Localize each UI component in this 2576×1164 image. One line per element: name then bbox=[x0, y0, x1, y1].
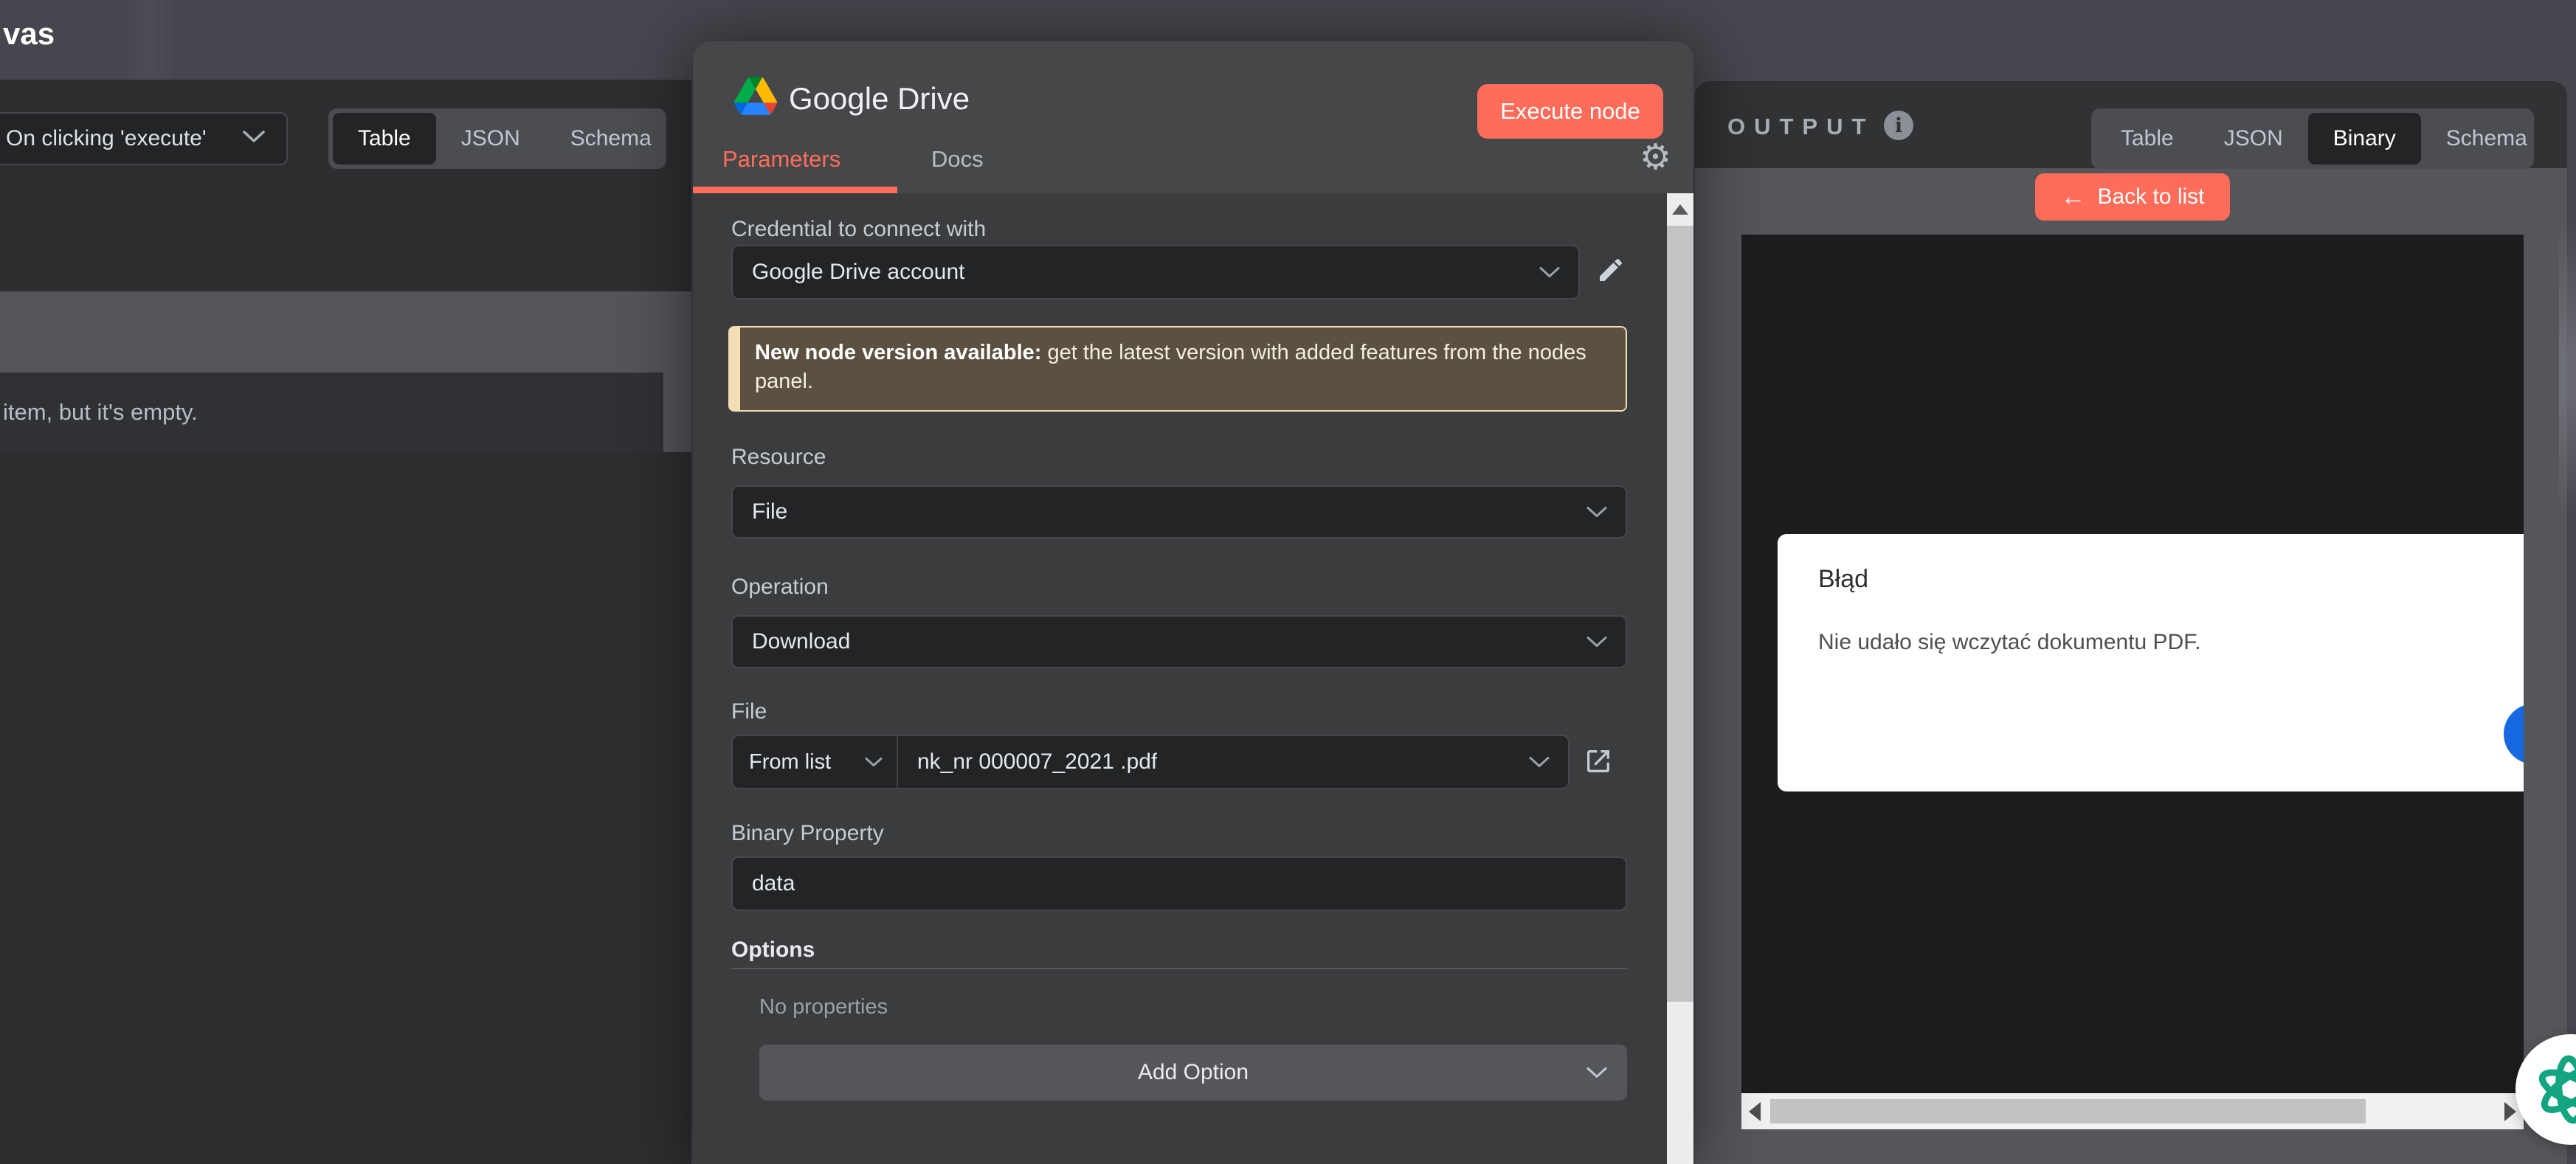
chevron-down-icon bbox=[242, 130, 266, 143]
pdf-error-message: Nie udało się wczytać dokumentu PDF. bbox=[1818, 630, 2201, 654]
version-notice-bold: New node version available: bbox=[755, 341, 1042, 364]
output-panel-header: OUTPUT i Table JSON Binary Schema bbox=[1695, 81, 2567, 169]
run-data-selector[interactable]: On clicking 'execute' bbox=[0, 112, 288, 165]
info-icon[interactable]: i bbox=[1884, 111, 1913, 140]
binary-property-input[interactable]: data bbox=[731, 856, 1627, 911]
active-tab-underline bbox=[693, 187, 897, 193]
back-to-list-button[interactable]: ← Back to list bbox=[2035, 173, 2230, 221]
execute-node-label: Execute node bbox=[1500, 98, 1640, 124]
scroll-right-arrow-icon[interactable] bbox=[2504, 1102, 2516, 1121]
chevron-down-icon bbox=[1586, 636, 1608, 648]
tab-parameters[interactable]: Parameters bbox=[722, 146, 840, 173]
output-panel: OUTPUT i Table JSON Binary Schema ← Back… bbox=[1695, 81, 2567, 1164]
operation-value: Download bbox=[752, 629, 851, 654]
tab-input-table[interactable]: Table bbox=[333, 113, 436, 164]
file-value-select[interactable]: nk_nr 000007_2021 .pdf bbox=[898, 736, 1568, 788]
external-link-icon[interactable] bbox=[1584, 746, 1613, 776]
tab-output-binary[interactable]: Binary bbox=[2307, 113, 2421, 164]
chevron-down-icon bbox=[1539, 266, 1561, 279]
no-properties-text: No properties bbox=[759, 995, 888, 1019]
credential-value: Google Drive account bbox=[752, 260, 965, 284]
chevron-down-icon bbox=[1586, 506, 1608, 519]
edge-scroll-glow bbox=[2559, 221, 2576, 516]
modal-header: Google Drive Execute node Parameters Doc… bbox=[693, 41, 1693, 193]
output-title: OUTPUT bbox=[1727, 114, 1875, 139]
input-view-tabs: Table JSON Schema bbox=[328, 108, 666, 169]
tab-docs[interactable]: Docs bbox=[931, 146, 984, 173]
output-view-tabs: Table JSON Binary Schema bbox=[2091, 108, 2534, 169]
file-label: File bbox=[731, 699, 767, 724]
pdf-viewer: Błąd Nie udało się wczytać dokumentu PDF… bbox=[1741, 235, 2524, 1129]
pdf-horizontal-scrollbar[interactable] bbox=[1741, 1093, 2524, 1129]
atom-icon bbox=[2538, 1055, 2576, 1124]
modal-scrollbar-thumb[interactable] bbox=[1667, 226, 1693, 1002]
chevron-down-icon bbox=[1528, 756, 1550, 769]
scroll-left-arrow-icon[interactable] bbox=[1749, 1102, 1761, 1121]
back-arrow-icon: ← bbox=[2060, 183, 2086, 211]
run-data-selector-value: On clicking 'execute' bbox=[6, 126, 207, 150]
google-drive-logo-icon bbox=[734, 77, 777, 115]
operation-select[interactable]: Download bbox=[731, 615, 1627, 668]
file-mode-select[interactable]: From list bbox=[733, 736, 897, 788]
chevron-down-icon bbox=[1586, 1067, 1608, 1079]
resource-label: Resource bbox=[731, 445, 826, 469]
n8n-node-detail-view: vas On clicking 'execute' Table JSON Sch… bbox=[0, 0, 2576, 1164]
tab-output-json[interactable]: JSON bbox=[2199, 113, 2308, 164]
pdf-scrollbar-thumb[interactable] bbox=[1770, 1099, 2366, 1123]
chevron-down-icon bbox=[864, 757, 883, 768]
back-to-canvas-label[interactable]: vas bbox=[3, 16, 55, 52]
node-settings-modal: Google Drive Execute node Parameters Doc… bbox=[693, 41, 1693, 1164]
execute-node-button[interactable]: Execute node bbox=[1477, 84, 1663, 139]
resource-select[interactable]: File bbox=[731, 485, 1627, 538]
input-panel: On clicking 'execute' Table JSON Schema … bbox=[0, 80, 691, 1164]
back-to-list-label: Back to list bbox=[2097, 184, 2205, 209]
binary-property-value: data bbox=[752, 871, 795, 895]
operation-label: Operation bbox=[731, 575, 829, 599]
options-section-label: Options bbox=[731, 938, 815, 962]
canvas-node-shadow bbox=[124, 0, 176, 80]
pencil-icon[interactable] bbox=[1596, 255, 1626, 285]
window-right-edge bbox=[2567, 0, 2576, 1164]
version-notice-banner: New node version available: get the late… bbox=[728, 326, 1627, 412]
node-title: Google Drive bbox=[789, 81, 970, 116]
tab-output-schema[interactable]: Schema bbox=[2421, 113, 2552, 164]
options-divider bbox=[731, 968, 1627, 969]
tab-input-schema[interactable]: Schema bbox=[545, 113, 677, 164]
binary-property-label: Binary Property bbox=[731, 821, 884, 845]
credential-select[interactable]: Google Drive account bbox=[731, 245, 1580, 299]
file-resource-locator: From list nk_nr 000007_2021 .pdf bbox=[731, 735, 1570, 789]
empty-item-text: item, but it's empty. bbox=[3, 399, 198, 425]
credential-label: Credential to connect with bbox=[731, 217, 987, 241]
add-option-label: Add Option bbox=[1137, 1060, 1249, 1084]
file-mode-value: From list bbox=[749, 749, 832, 774]
file-value: nk_nr 000007_2021 .pdf bbox=[917, 749, 1158, 774]
input-empty-item-row: item, but it's empty. bbox=[0, 373, 663, 452]
pdf-error-title: Błąd bbox=[1818, 565, 1869, 593]
tab-input-json[interactable]: JSON bbox=[436, 113, 545, 164]
add-option-button[interactable]: Add Option bbox=[759, 1045, 1627, 1101]
scroll-up-arrow-icon[interactable] bbox=[1667, 193, 1693, 226]
resource-value: File bbox=[752, 499, 788, 524]
gear-icon[interactable]: ⚙ bbox=[1640, 140, 1671, 176]
tab-output-table[interactable]: Table bbox=[2096, 113, 2199, 164]
pdf-error-card: Błąd Nie udało się wczytać dokumentu PDF… bbox=[1778, 534, 2524, 791]
